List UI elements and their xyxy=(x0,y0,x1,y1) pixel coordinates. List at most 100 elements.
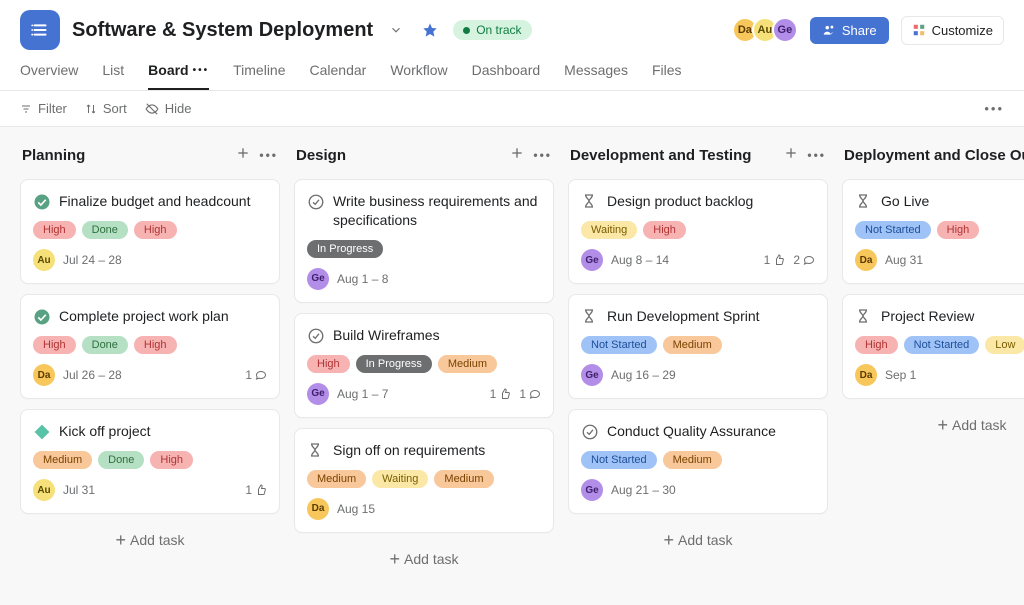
task-status-icon[interactable] xyxy=(855,308,873,326)
star-icon[interactable] xyxy=(419,19,441,41)
column-more-icon[interactable]: ••• xyxy=(807,148,826,162)
assignee-avatar[interactable]: Ge xyxy=(581,479,603,501)
assignee-avatar[interactable]: Da xyxy=(855,249,877,271)
tag[interactable]: High xyxy=(307,355,350,373)
task-card[interactable]: Write business requirements and specific… xyxy=(294,179,554,303)
assignee-avatar[interactable]: Da xyxy=(33,364,55,386)
column-title[interactable]: Deployment and Close Out xyxy=(844,147,1024,164)
tag[interactable]: Waiting xyxy=(372,470,428,488)
assignee-avatar[interactable]: Au xyxy=(33,249,55,271)
task-card[interactable]: Design product backlogWaitingHighGeAug 8… xyxy=(568,179,828,284)
share-button[interactable]: Share xyxy=(810,17,889,44)
tag[interactable]: Not Started xyxy=(855,221,931,239)
tag[interactable]: Medium xyxy=(307,470,366,488)
add-task-button[interactable]: + Add task xyxy=(842,409,1024,441)
project-icon[interactable] xyxy=(20,10,60,50)
tag[interactable]: Medium xyxy=(663,451,722,469)
tag[interactable]: High xyxy=(33,336,76,354)
tag[interactable]: High xyxy=(33,221,76,239)
assignee-avatar[interactable]: Au xyxy=(33,479,55,501)
add-card-icon[interactable] xyxy=(509,145,525,165)
tag[interactable]: Medium xyxy=(663,336,722,354)
status-badge[interactable]: On track xyxy=(453,20,531,40)
filter-button[interactable]: Filter xyxy=(20,101,67,116)
task-status-icon[interactable] xyxy=(581,308,599,326)
tag[interactable]: Done xyxy=(98,451,144,469)
task-card[interactable]: Go LiveNot StartedHighDaAug 31 xyxy=(842,179,1024,284)
column-title[interactable]: Development and Testing xyxy=(570,147,751,164)
task-card[interactable]: Build WireframesHighIn ProgressMediumGeA… xyxy=(294,313,554,418)
tab-list[interactable]: List xyxy=(102,62,124,90)
task-card[interactable]: Finalize budget and headcountHighDoneHig… xyxy=(20,179,280,284)
tag[interactable]: Medium xyxy=(438,355,497,373)
task-status-icon[interactable] xyxy=(581,193,599,211)
tag[interactable]: Medium xyxy=(33,451,92,469)
tab-workflow[interactable]: Workflow xyxy=(390,62,447,90)
tag[interactable]: In Progress xyxy=(307,240,383,258)
task-status-icon[interactable] xyxy=(307,327,325,345)
assignee-avatar[interactable]: Da xyxy=(855,364,877,386)
tag[interactable]: High xyxy=(134,336,177,354)
task-card[interactable]: Run Development SprintNot StartedMediumG… xyxy=(568,294,828,399)
task-status-icon[interactable] xyxy=(33,308,51,326)
comments-count[interactable]: 1 xyxy=(519,387,541,401)
task-card[interactable]: Sign off on requirementsMediumWaitingMed… xyxy=(294,428,554,533)
member-avatars[interactable]: DaAuGe xyxy=(738,17,798,43)
customize-button[interactable]: Customize xyxy=(901,16,1004,45)
task-status-icon[interactable] xyxy=(581,423,599,441)
column-title[interactable]: Design xyxy=(296,147,346,164)
assignee-avatar[interactable]: Da xyxy=(307,498,329,520)
add-card-icon[interactable] xyxy=(235,145,251,165)
assignee-avatar[interactable]: Ge xyxy=(307,383,329,405)
task-status-icon[interactable] xyxy=(307,442,325,460)
sort-button[interactable]: Sort xyxy=(85,101,127,116)
task-card[interactable]: Project ReviewHighNot StartedLowDaSep 1 xyxy=(842,294,1024,399)
add-card-icon[interactable] xyxy=(783,145,799,165)
task-status-icon[interactable] xyxy=(33,193,51,211)
hide-button[interactable]: Hide xyxy=(145,101,192,116)
task-status-icon[interactable] xyxy=(33,423,51,441)
task-card[interactable]: Complete project work planHighDoneHighDa… xyxy=(20,294,280,399)
tab-overview[interactable]: Overview xyxy=(20,62,78,90)
tag[interactable]: Low xyxy=(985,336,1024,354)
task-card[interactable]: Kick off projectMediumDoneHighAuJul 311 xyxy=(20,409,280,514)
tag[interactable]: Medium xyxy=(434,470,493,488)
chevron-down-icon[interactable] xyxy=(385,19,407,41)
column-more-icon[interactable]: ••• xyxy=(533,148,552,162)
column-more-icon[interactable]: ••• xyxy=(259,148,278,162)
tag[interactable]: High xyxy=(855,336,898,354)
tag[interactable]: High xyxy=(937,221,980,239)
comments-count[interactable]: 1 xyxy=(245,368,267,382)
column-title[interactable]: Planning xyxy=(22,147,85,164)
task-card[interactable]: Conduct Quality AssuranceNot StartedMedi… xyxy=(568,409,828,514)
comments-count[interactable]: 2 xyxy=(793,253,815,267)
tag[interactable]: Done xyxy=(82,336,128,354)
tag[interactable]: Not Started xyxy=(904,336,980,354)
tag[interactable]: Waiting xyxy=(581,221,637,239)
likes-count[interactable]: 1 xyxy=(490,387,512,401)
tab-messages[interactable]: Messages xyxy=(564,62,628,90)
tag[interactable]: High xyxy=(643,221,686,239)
tag[interactable]: High xyxy=(150,451,193,469)
tag[interactable]: Not Started xyxy=(581,336,657,354)
more-icon[interactable]: ••• xyxy=(984,101,1004,116)
task-status-icon[interactable] xyxy=(855,193,873,211)
tag[interactable]: Done xyxy=(82,221,128,239)
assignee-avatar[interactable]: Ge xyxy=(581,364,603,386)
tab-timeline[interactable]: Timeline xyxy=(233,62,285,90)
avatar-ge[interactable]: Ge xyxy=(772,17,798,43)
project-title[interactable]: Software & System Deployment xyxy=(72,19,373,42)
add-task-button[interactable]: + Add task xyxy=(20,524,280,556)
task-status-icon[interactable] xyxy=(307,193,325,211)
likes-count[interactable]: 1 xyxy=(764,253,786,267)
tag[interactable]: In Progress xyxy=(356,355,432,373)
tag[interactable]: High xyxy=(134,221,177,239)
tag[interactable]: Not Started xyxy=(581,451,657,469)
assignee-avatar[interactable]: Ge xyxy=(581,249,603,271)
assignee-avatar[interactable]: Ge xyxy=(307,268,329,290)
tab-dashboard[interactable]: Dashboard xyxy=(472,62,541,90)
add-task-button[interactable]: + Add task xyxy=(294,543,554,575)
tab-files[interactable]: Files xyxy=(652,62,682,90)
tab-board[interactable]: Board ••• xyxy=(148,62,209,90)
likes-count[interactable]: 1 xyxy=(245,483,267,497)
